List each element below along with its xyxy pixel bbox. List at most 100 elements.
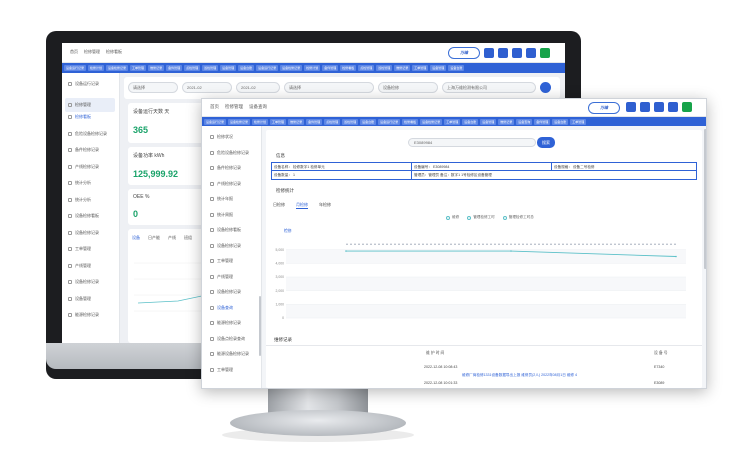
sidebar-item[interactable]: 备件检修记录 (210, 165, 241, 171)
sidebar-item[interactable]: 设备检修记录 (68, 230, 99, 236)
grid-icon[interactable] (484, 48, 494, 58)
nav-tab[interactable]: 设备管理 (480, 118, 497, 125)
breadcrumb-item[interactable]: 检修管理 (84, 49, 100, 55)
sidebar-item[interactable]: 危险设备检修记录 (210, 150, 249, 156)
sidebar-item[interactable]: 设备查询 (210, 305, 233, 311)
legend-item[interactable]: 管理检修工时总 (502, 215, 534, 220)
subtab-yearly[interactable]: 年检修 (319, 202, 331, 209)
nav-tab[interactable]: 工单管理 (444, 118, 461, 125)
sidebar-item[interactable]: 危险设备检修记录 (68, 131, 107, 137)
sidebar-item[interactable]: 设备点检录查询 (210, 336, 245, 342)
grid-icon[interactable] (626, 102, 636, 112)
legend-item[interactable]: 管理检修工时 (467, 215, 495, 220)
chart-tab[interactable]: 设备 (132, 235, 140, 241)
date-end-input[interactable]: 2021-02 (236, 82, 280, 93)
sidebar-item[interactable]: 统计分析 (68, 197, 91, 203)
device-search-input[interactable]: E3089984 (408, 138, 536, 147)
filter-select[interactable]: 请选择 (128, 82, 178, 93)
nav-tab[interactable]: 设备运行记录 (378, 118, 401, 125)
nav-tab[interactable]: 巡检管理 (376, 65, 393, 71)
sidebar-item[interactable]: 产线检修记录 (68, 164, 99, 170)
logout-icon[interactable] (682, 102, 692, 112)
type-select[interactable]: 设备检修 (378, 82, 438, 93)
nav-tab[interactable]: 巡检管理 (342, 118, 359, 125)
nav-tab[interactable]: 工单管理 (412, 65, 429, 71)
nav-tab[interactable]: 备件管理 (534, 118, 551, 125)
nav-tab[interactable]: 备件管理 (306, 118, 323, 125)
sidebar-item[interactable]: 检修管理 (65, 97, 115, 112)
nav-tab[interactable]: 工单管理 (130, 65, 147, 71)
nav-tab[interactable]: 维修记录 (148, 65, 165, 71)
sidebar-item[interactable]: 能源检修记录 (68, 312, 99, 318)
chart-tab[interactable]: 班组 (184, 235, 192, 241)
breadcrumb-item[interactable]: 首页 (210, 104, 219, 110)
nav-tab[interactable]: 设备运行记录 (64, 65, 87, 71)
nav-tab[interactable]: 备件管理 (166, 65, 183, 71)
sidebar-item[interactable]: 工单管理 (210, 258, 233, 264)
nav-tab[interactable]: 设备管理 (220, 65, 237, 71)
breadcrumb-item[interactable]: 首页 (70, 49, 78, 55)
sidebar-item[interactable]: 备件检修记录 (68, 147, 99, 153)
sidebar-item[interactable]: 产线管理 (210, 274, 233, 280)
sidebar-item[interactable]: 统计周报 (210, 212, 233, 218)
user-icon[interactable] (498, 48, 508, 58)
nav-tab[interactable]: 点检管理 (184, 65, 201, 71)
nav-tab[interactable]: 点检管理 (324, 118, 341, 125)
sidebar-item[interactable]: 产线检修记录 (210, 181, 241, 187)
chart-tab[interactable]: 产线 (168, 235, 176, 241)
subtab-monthly[interactable]: 月检修 (296, 202, 308, 209)
nav-tab[interactable]: 工单管理 (270, 118, 287, 125)
nav-tab[interactable]: 设备运行记录 (256, 65, 279, 71)
nav-tab[interactable]: 巡检管理 (202, 65, 219, 71)
chart-tab[interactable]: 日产能 (148, 235, 160, 241)
nav-tab[interactable]: 检修看板 (340, 65, 357, 71)
sidebar-scrollbar[interactable] (259, 296, 261, 356)
nav-tab[interactable]: 设备台账 (552, 118, 569, 125)
sidebar-item[interactable]: 设备检修记录 (210, 243, 241, 249)
nav-tab[interactable]: 检修计划 (88, 65, 105, 71)
date-start-input[interactable]: 2021-02 (182, 82, 232, 93)
sidebar-item[interactable]: 能源设备检修记录 (210, 351, 249, 357)
nav-tab[interactable]: 维修记录 (288, 118, 305, 125)
nav-tab[interactable]: 设备管理 (430, 65, 447, 71)
user-icon[interactable] (640, 102, 650, 112)
nav-tab[interactable]: 设备台账 (238, 65, 255, 71)
nav-tab[interactable]: 设备检修记录 (228, 118, 251, 125)
sidebar-item[interactable]: 能源检修记录 (210, 320, 241, 326)
nav-tab[interactable]: 检修计划 (304, 65, 321, 71)
nav-tab[interactable]: 备件管理 (322, 65, 339, 71)
nav-tab[interactable]: 维修记录 (498, 118, 515, 125)
nav-tab[interactable]: 工单管理 (570, 118, 587, 125)
sidebar-item[interactable]: 设备检修看板 (210, 227, 241, 233)
nav-tab[interactable]: 设备检修记录 (106, 65, 129, 71)
table-cell-desc[interactable]: 维修厂商检修1331设备数据导出上报 维修员(2人) 2022年08月1日 维修… (462, 373, 577, 378)
sidebar-item[interactable]: 统计年报 (210, 196, 233, 202)
sidebar-item[interactable]: 设备运行记录 (68, 81, 99, 87)
legend-item[interactable]: 维修 (446, 215, 459, 220)
search-button[interactable] (540, 82, 551, 93)
nav-tab[interactable]: 检修计划 (252, 118, 269, 125)
settings-icon[interactable] (668, 102, 678, 112)
nav-tab[interactable]: 点检管理 (358, 65, 375, 71)
filter-select[interactable]: 请选择 (284, 82, 374, 93)
nav-tab[interactable]: 设备检修记录 (280, 65, 303, 71)
nav-tab[interactable]: 设备查询 (516, 118, 533, 125)
bell-icon[interactable] (654, 102, 664, 112)
nav-tab[interactable]: 设备检修记录 (420, 118, 443, 125)
sidebar-item[interactable]: 工单管理 (68, 246, 91, 252)
nav-tab[interactable]: 设备台账 (360, 118, 377, 125)
sidebar-item[interactable]: 设备检修记录 (68, 279, 99, 285)
company-select[interactable]: 上海万维检测有限公司 (442, 82, 536, 93)
settings-icon[interactable] (526, 48, 536, 58)
main-scrollbar[interactable] (704, 129, 706, 269)
sidebar-item[interactable]: 检修状况 (210, 134, 233, 140)
nav-tab[interactable]: 维修记录 (394, 65, 411, 71)
subtab-daily[interactable]: 日检修 (273, 202, 285, 209)
sidebar-item[interactable]: 统计分析 (68, 180, 91, 186)
sidebar-item[interactable]: 设备检修看板 (68, 213, 99, 219)
sidebar-item[interactable]: 工单管理 (210, 367, 233, 373)
nav-tab[interactable]: 检修看板 (402, 118, 419, 125)
logout-icon[interactable] (540, 48, 550, 58)
nav-tab[interactable]: 设备台账 (448, 65, 465, 71)
sidebar-item[interactable]: 产线管理 (68, 263, 91, 269)
